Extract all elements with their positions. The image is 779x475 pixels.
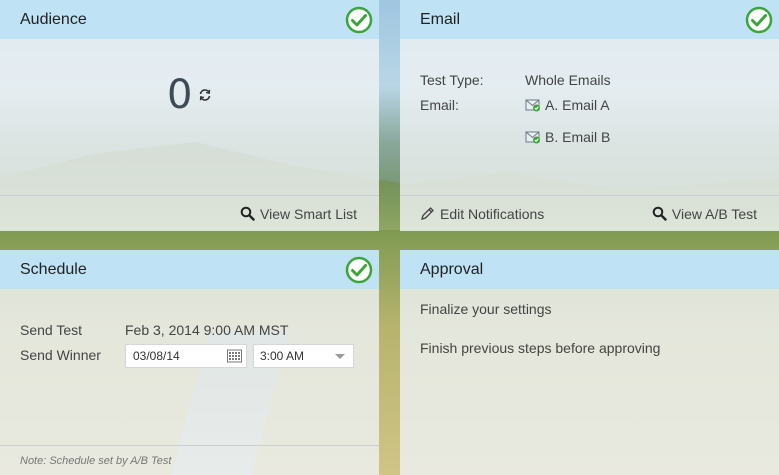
schedule-title: Schedule — [20, 260, 87, 278]
send-winner-label: Send Winner — [20, 347, 101, 363]
email-footer: Edit Notifications View A/B Test — [400, 195, 779, 231]
schedule-note: Note: Schedule set by A/B Test — [20, 454, 172, 467]
send-winner-time-select[interactable]: 3:00 AM — [253, 344, 354, 368]
test-type-value: Whole Emails — [525, 72, 611, 88]
email-b-label: B. Email B — [545, 129, 611, 145]
schedule-header: Schedule — [0, 250, 379, 289]
check-circle-icon — [745, 6, 773, 34]
check-circle-icon — [345, 6, 373, 34]
audience-count: 0 — [167, 72, 193, 118]
check-circle-icon — [345, 256, 373, 284]
test-type-label: Test Type: — [420, 72, 484, 88]
send-winner-time-value: 3:00 AM — [260, 349, 305, 363]
magnifier-icon — [240, 206, 255, 221]
email-a-link[interactable]: A. Email A — [525, 97, 610, 113]
view-ab-test-link[interactable]: View A/B Test — [652, 206, 757, 222]
view-smart-list-label: View Smart List — [260, 205, 357, 222]
approval-title: Approval — [420, 260, 484, 278]
view-smart-list-link[interactable]: View Smart List — [240, 206, 357, 222]
schedule-footer: Note: Schedule set by A/B Test — [0, 445, 379, 475]
email-b-link[interactable]: B. Email B — [525, 129, 610, 145]
approval-line-1: Finalize your settings — [420, 301, 552, 317]
audience-panel: Audience 0 View Smart List — [0, 0, 379, 231]
send-winner-date-value: 03/08/14 — [133, 349, 180, 363]
magnifier-icon — [652, 206, 667, 221]
audience-header: Audience — [0, 0, 379, 39]
email-label: Email: — [420, 97, 459, 113]
email-a-label: A. Email A — [545, 97, 610, 113]
edit-notifications-label: Edit Notifications — [440, 205, 545, 222]
email-title: Email — [420, 10, 461, 28]
audience-footer: View Smart List — [0, 195, 379, 231]
calendar-icon[interactable] — [227, 349, 242, 363]
email-doc-icon — [525, 99, 540, 112]
email-header: Email — [400, 0, 779, 39]
schedule-panel: Schedule Send Test Feb 3, 2014 9:00 AM M… — [0, 250, 379, 475]
dropdown-caret-icon — [335, 354, 345, 359]
edit-notifications-link[interactable]: Edit Notifications — [420, 206, 544, 222]
view-ab-test-label: View A/B Test — [671, 205, 757, 222]
audience-count-wrap: 0 — [0, 72, 379, 118]
send-test-value: Feb 3, 2014 9:00 AM MST — [125, 322, 289, 338]
approval-panel: Approval Finalize your settings Finish p… — [400, 250, 779, 475]
email-doc-icon — [525, 131, 540, 144]
audience-title: Audience — [20, 10, 87, 28]
email-panel: Email Test Type: Whole Emails Email: A. … — [400, 0, 779, 231]
send-winner-date-input[interactable]: 03/08/14 — [125, 344, 247, 368]
refresh-icon[interactable] — [198, 88, 212, 102]
approval-header: Approval — [400, 250, 779, 289]
send-test-label: Send Test — [20, 322, 83, 338]
approval-line-2: Finish previous steps before approving — [420, 340, 661, 356]
pencil-icon — [421, 207, 434, 220]
